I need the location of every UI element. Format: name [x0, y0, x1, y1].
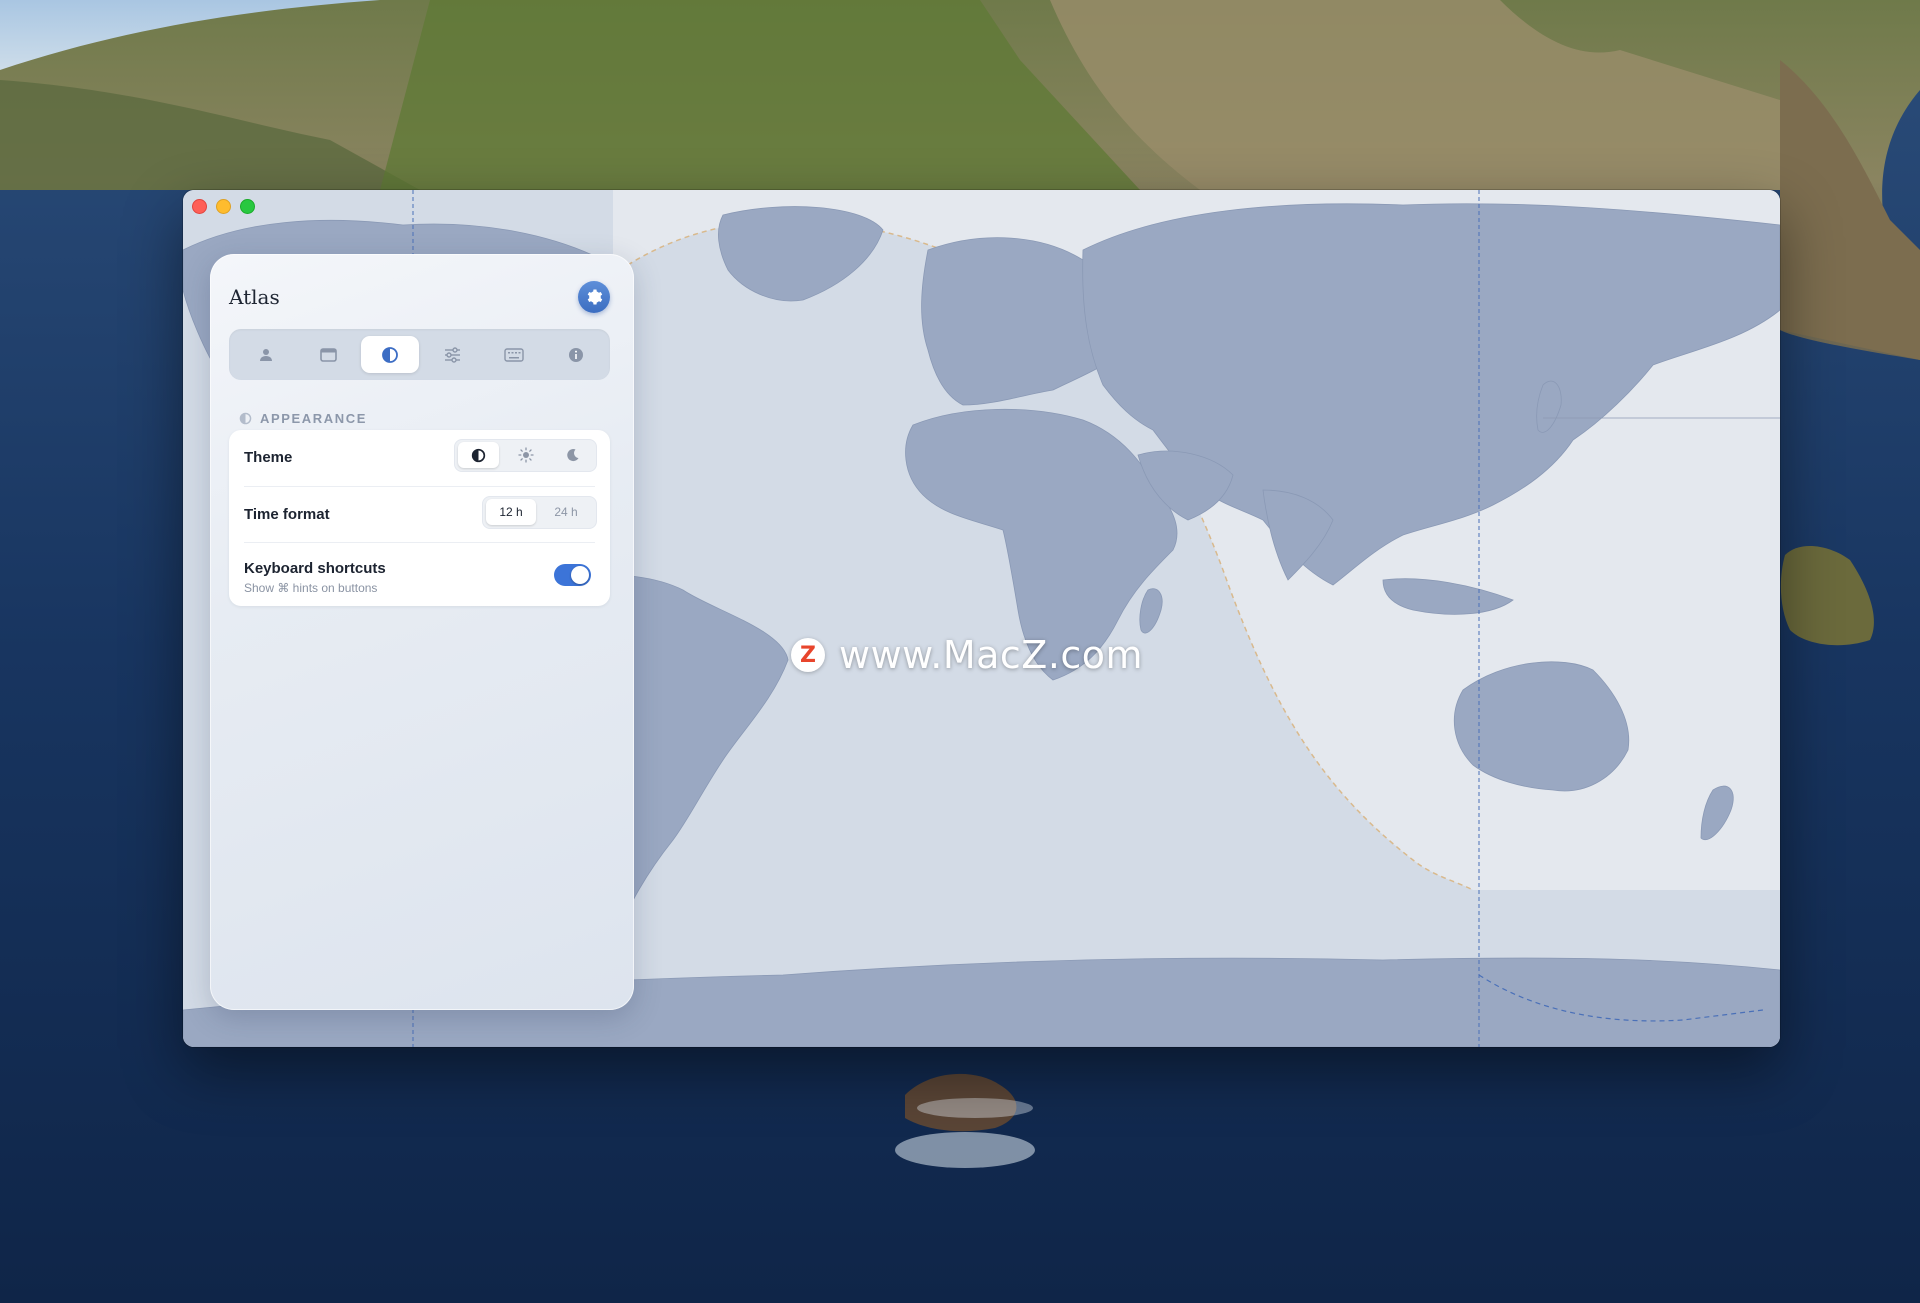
tab-bar — [229, 329, 610, 380]
sliders-icon — [444, 346, 460, 363]
time-format-segmented-control: 12 h 24 h — [482, 496, 597, 529]
app-window: Z www.MacZ.com Atlas APPEARANCE Theme Ti… — [183, 190, 1780, 1047]
contrast-icon — [382, 346, 398, 363]
keyboard-shortcuts-toggle[interactable] — [554, 564, 591, 586]
time-format-option-12h[interactable]: 12 h — [486, 499, 536, 525]
theme-segmented-control — [454, 439, 597, 472]
keyboard-shortcuts-sublabel: Show ⌘ hints on buttons — [244, 581, 378, 595]
tab-adjustments[interactable] — [423, 336, 481, 373]
tab-keyboard[interactable] — [485, 336, 543, 373]
watermark-text: www.MacZ.com — [839, 633, 1144, 677]
calendar-icon — [319, 347, 337, 362]
settings-panel: Atlas APPEARANCE Theme Time format 12 h … — [210, 254, 634, 1010]
watermark-logo: Z — [791, 638, 825, 672]
time-format-label: Time format — [244, 506, 330, 523]
keyboard-icon — [504, 347, 524, 362]
window-zoom-button[interactable] — [240, 199, 255, 214]
keyboard-shortcuts-label: Keyboard shortcuts — [244, 560, 386, 577]
tab-account[interactable] — [237, 336, 295, 373]
watermark: Z www.MacZ.com — [791, 633, 1143, 677]
settings-card: Theme Time format 12 h 24 h Keyboard sho… — [229, 430, 610, 606]
window-minimize-button[interactable] — [216, 199, 231, 214]
watermark-logo-letter: Z — [800, 642, 816, 668]
gear-icon — [587, 289, 603, 305]
theme-option-dark[interactable] — [552, 442, 593, 468]
row-divider — [244, 542, 595, 543]
toggle-knob — [571, 566, 589, 584]
tab-calendar[interactable] — [299, 336, 357, 373]
window-close-button[interactable] — [192, 199, 207, 214]
row-divider — [244, 486, 595, 487]
contrast-icon — [239, 412, 252, 425]
info-icon — [569, 347, 583, 362]
theme-option-auto[interactable] — [458, 442, 499, 468]
tab-appearance[interactable] — [361, 336, 419, 373]
theme-option-light[interactable] — [505, 442, 546, 468]
panel-title: Atlas — [229, 285, 280, 309]
theme-label: Theme — [244, 449, 293, 466]
settings-gear-button[interactable] — [578, 281, 610, 313]
moon-icon — [566, 449, 578, 462]
auto-contrast-icon — [471, 448, 486, 462]
section-title: APPEARANCE — [260, 411, 368, 426]
time-format-option-24h[interactable]: 24 h — [541, 499, 591, 525]
tab-info[interactable] — [547, 336, 605, 373]
person-icon — [260, 348, 272, 361]
sun-icon — [517, 447, 534, 463]
section-header: APPEARANCE — [239, 411, 367, 426]
